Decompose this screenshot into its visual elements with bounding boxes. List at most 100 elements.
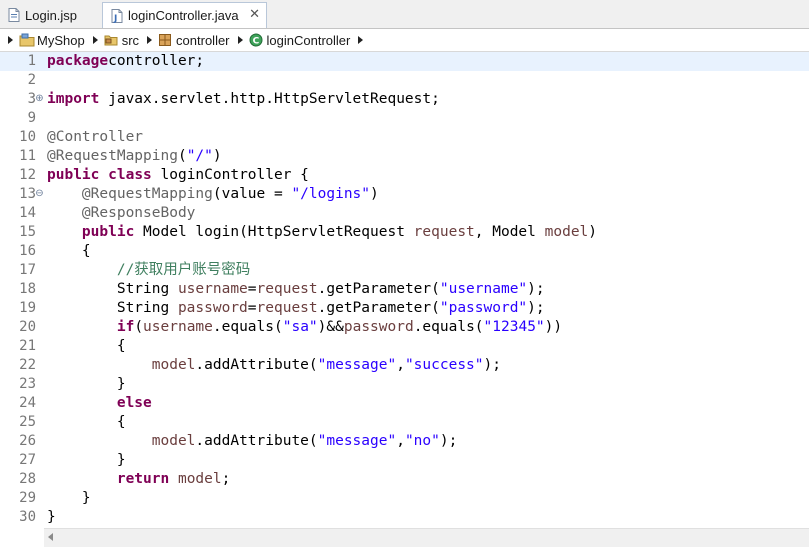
code-token: } [47,452,126,468]
horizontal-scrollbar[interactable] [44,528,809,547]
code-line[interactable]: 3 ⊕ import javax.servlet.http.HttpServletR… [0,90,809,109]
string-token: "/" [186,148,213,164]
code-text: model.addAttribute("message","success"); [47,356,501,375]
code-line[interactable]: 18 String username=request.getParameter(… [0,280,809,299]
code-line[interactable]: 13 ⊖ @RequestMapping(value = "/logins") [0,185,809,204]
annotation-token: @RequestMapping [47,148,178,164]
code-line[interactable]: 1 packagecontroller; [0,52,809,71]
code-line[interactable]: 15 public Model login(HttpServletRequest… [0,223,809,242]
source-folder-icon [104,33,118,47]
code-token: ( [134,319,144,335]
code-line[interactable]: 21 { [0,337,809,356]
variable-token: request [256,281,318,297]
package-icon [158,33,172,47]
keyword-token: import [47,91,100,107]
breadcrumb-item-login-controller[interactable]: C loginController [230,33,370,48]
line-number: 3 [27,91,36,107]
code-line[interactable]: 10 @Controller [0,128,809,147]
code-token: ) [370,186,379,202]
line-number: 28 [19,471,36,487]
string-token: "username" [439,281,528,297]
line-number: 21 [19,338,36,354]
breadcrumb-item-controller[interactable]: controller [139,33,230,48]
code-token: Model login(HttpServletRequest [134,224,414,240]
code-line[interactable]: 2 [0,71,809,90]
line-number: 15 [19,224,36,240]
fold-collapse-icon[interactable]: ⊖ [35,189,44,199]
annotation-token: @Controller [47,129,144,145]
code-line[interactable]: 20 if(username.equals("sa")&&password.eq… [0,318,809,337]
string-token: "/logins" [291,186,371,202]
breadcrumb-item-myshop[interactable]: MyShop [0,33,85,48]
scroll-left-arrow-icon[interactable] [48,533,53,541]
code-line[interactable]: 22 model.addAttribute("message","success… [0,356,809,375]
code-token: } [47,509,56,525]
code-line[interactable]: 24 else [0,394,809,413]
annotation-token: @RequestMapping [81,186,213,202]
tab-login-jsp[interactable]: Login.jsp [0,3,102,27]
chevron-right-icon[interactable] [358,36,364,44]
code-line[interactable]: 28 return model; [0,470,809,489]
line-number: 19 [19,300,36,316]
code-line[interactable]: 14 @ResponseBody [0,204,809,223]
line-number: 9 [27,110,36,126]
code-text: @RequestMapping(value = "/logins") [47,185,379,204]
chevron-right-icon [8,36,13,44]
code-editor[interactable]: 1 packagecontroller; 2 3 ⊕ import javax.servl… [0,52,809,528]
fold-expand-icon[interactable]: ⊕ [35,94,44,104]
code-token: )) [544,319,563,335]
keyword-token: if [116,319,135,335]
code-token: controller; [108,53,205,69]
comment-token: //获取用户账号密码 [116,262,251,278]
code-token: ); [527,281,545,297]
code-token: ) [588,224,598,240]
code-line[interactable]: 26 model.addAttribute("message","no"); [0,432,809,451]
variable-token: request [413,224,475,240]
code-line[interactable]: 23 } [0,375,809,394]
svg-text:C: C [252,37,259,47]
tab-login-controller-java[interactable]: J loginController.java ✕ [102,2,267,28]
editor-tab-bar: Login.jsp J loginController.java ✕ [0,0,809,29]
code-line[interactable]: 19 String password=request.getParameter(… [0,299,809,318]
string-token: "no" [404,433,440,449]
breadcrumb-item-src[interactable]: src [85,33,139,48]
variable-token: model [151,433,196,449]
code-token: ); [483,357,501,373]
code-text: else [47,394,152,413]
code-token: .getParameter( [317,300,440,316]
line-number: 25 [19,414,36,430]
line-number: 26 [19,433,36,449]
class-icon: C [249,33,263,47]
code-line[interactable]: 29 } [0,489,809,508]
code-token: } [47,490,91,506]
code-line[interactable]: 27 } [0,451,809,470]
close-tab-icon[interactable]: ✕ [249,7,260,22]
line-number: 22 [19,357,36,373]
code-token: loginController { [151,167,309,183]
chevron-right-icon [237,36,243,44]
code-text: model.addAttribute("message","no"); [47,432,458,451]
string-token: "sa" [282,319,318,335]
string-token: "message" [317,433,397,449]
line-number: 2 [27,72,36,88]
code-text: { [47,242,91,261]
line-number: 1 [27,53,36,69]
keyword-token: public [47,167,100,183]
code-line[interactable]: 25 { [0,413,809,432]
annotation-token: @ResponseBody [81,205,196,221]
code-text: @RequestMapping("/") [47,147,222,166]
code-text: public class loginController { [47,166,309,185]
code-line[interactable]: 11 @RequestMapping("/") [0,147,809,166]
string-token: "password" [439,300,528,316]
code-token: , Model [474,224,545,240]
code-line[interactable]: 30} [0,508,809,527]
line-number: 27 [19,452,36,468]
code-line[interactable]: 16 { [0,242,809,261]
code-line[interactable]: 17 //获取用户账号密码 [0,261,809,280]
code-line[interactable]: 9 [0,109,809,128]
code-line[interactable]: 12 public class loginController { [0,166,809,185]
